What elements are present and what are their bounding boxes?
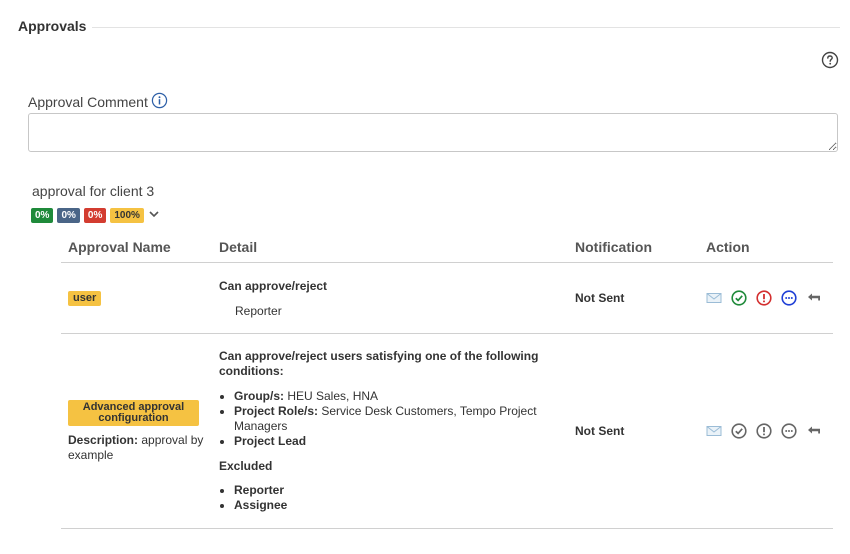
excluded-value: Reporter [234, 483, 285, 497]
list-item: Project Role/s: Service Desk Customers, … [234, 404, 561, 434]
action-cell [699, 333, 833, 529]
notification-status: Not Sent [575, 424, 625, 438]
more-options-icon[interactable] [781, 290, 797, 306]
list-item: Group/s: HEU Sales, HNA [234, 389, 561, 404]
remaining-percent-badge: 100% [110, 208, 144, 223]
detail-cell: Can approve/reject Reporter [212, 262, 568, 334]
approvals-section-header: Approvals [18, 18, 840, 36]
list-item: Project Lead [234, 434, 561, 449]
more-options-icon[interactable] [781, 423, 797, 439]
table-row: user Can approve/reject Reporter Not Sen… [61, 262, 833, 334]
action-cell [699, 262, 833, 334]
section-title: Approvals [18, 18, 93, 34]
reject-exclamation-icon[interactable] [756, 423, 772, 439]
notification-cell: Not Sent [568, 333, 699, 529]
header-action: Action [699, 232, 833, 263]
detail-title: Can approve/reject users satisfying one … [219, 349, 539, 378]
list-item: Assignee [234, 498, 561, 513]
reject-exclamation-icon[interactable] [756, 290, 772, 306]
notification-cell: Not Sent [568, 262, 699, 334]
detail-sub: Reporter [235, 303, 282, 318]
description-label: Description: [68, 432, 139, 447]
info-icon[interactable] [151, 92, 168, 109]
section-divider [18, 27, 840, 28]
approval-name-cell: user [61, 262, 212, 334]
approval-title: approval for client 3 [32, 183, 155, 199]
excluded-value: Assignee [234, 498, 288, 512]
notification-status: Not Sent [575, 291, 625, 305]
table-header-row: Approval Name Detail Notification Action [61, 232, 833, 263]
condition-label: Group/s: [234, 389, 284, 403]
table-row: Advanced approval configuration Descript… [61, 333, 833, 529]
approval-description: Description: approval by example [68, 433, 205, 463]
condition-value: Project Lead [234, 434, 307, 448]
approve-check-icon[interactable] [731, 423, 747, 439]
list-item: Reporter [234, 483, 561, 498]
approval-progress-badges: 0% 0% 0% 100% [31, 208, 160, 223]
envelope-icon[interactable] [706, 423, 722, 439]
approval-name-cell: Advanced approval configuration Descript… [61, 333, 212, 529]
envelope-icon[interactable] [706, 290, 722, 306]
return-arrow-icon[interactable] [806, 423, 822, 439]
header-detail: Detail [212, 232, 568, 263]
pending-percent-badge: 0% [57, 208, 80, 223]
chevron-down-icon[interactable] [148, 208, 160, 220]
help-circle-icon[interactable] [821, 51, 839, 69]
approval-comment-label-row: Approval Comment [28, 92, 168, 111]
conditions-list: Group/s: HEU Sales, HNA Project Role/s: … [219, 389, 561, 449]
rejected-percent-badge: 0% [83, 208, 107, 223]
approval-comment-label: Approval Comment [28, 94, 148, 110]
approve-check-icon[interactable] [731, 290, 747, 306]
header-notification: Notification [568, 232, 699, 263]
return-arrow-icon[interactable] [806, 290, 822, 306]
approval-comment-input[interactable] [28, 113, 838, 152]
detail-cell: Can approve/reject users satisfying one … [212, 333, 568, 529]
approval-name-tag: user [68, 291, 102, 306]
excluded-list: Reporter Assignee [219, 483, 561, 513]
detail-title: Can approve/reject [219, 278, 328, 293]
condition-label: Project Role/s: [234, 404, 319, 418]
approval-name-tag: Advanced approval configuration [68, 399, 199, 426]
header-approval-name: Approval Name [61, 232, 212, 263]
approved-percent-badge: 0% [31, 208, 54, 223]
approvals-table: Approval Name Detail Notification Action… [61, 232, 833, 529]
condition-value: HEU Sales, HNA [284, 389, 379, 403]
excluded-label: Excluded [219, 459, 273, 473]
